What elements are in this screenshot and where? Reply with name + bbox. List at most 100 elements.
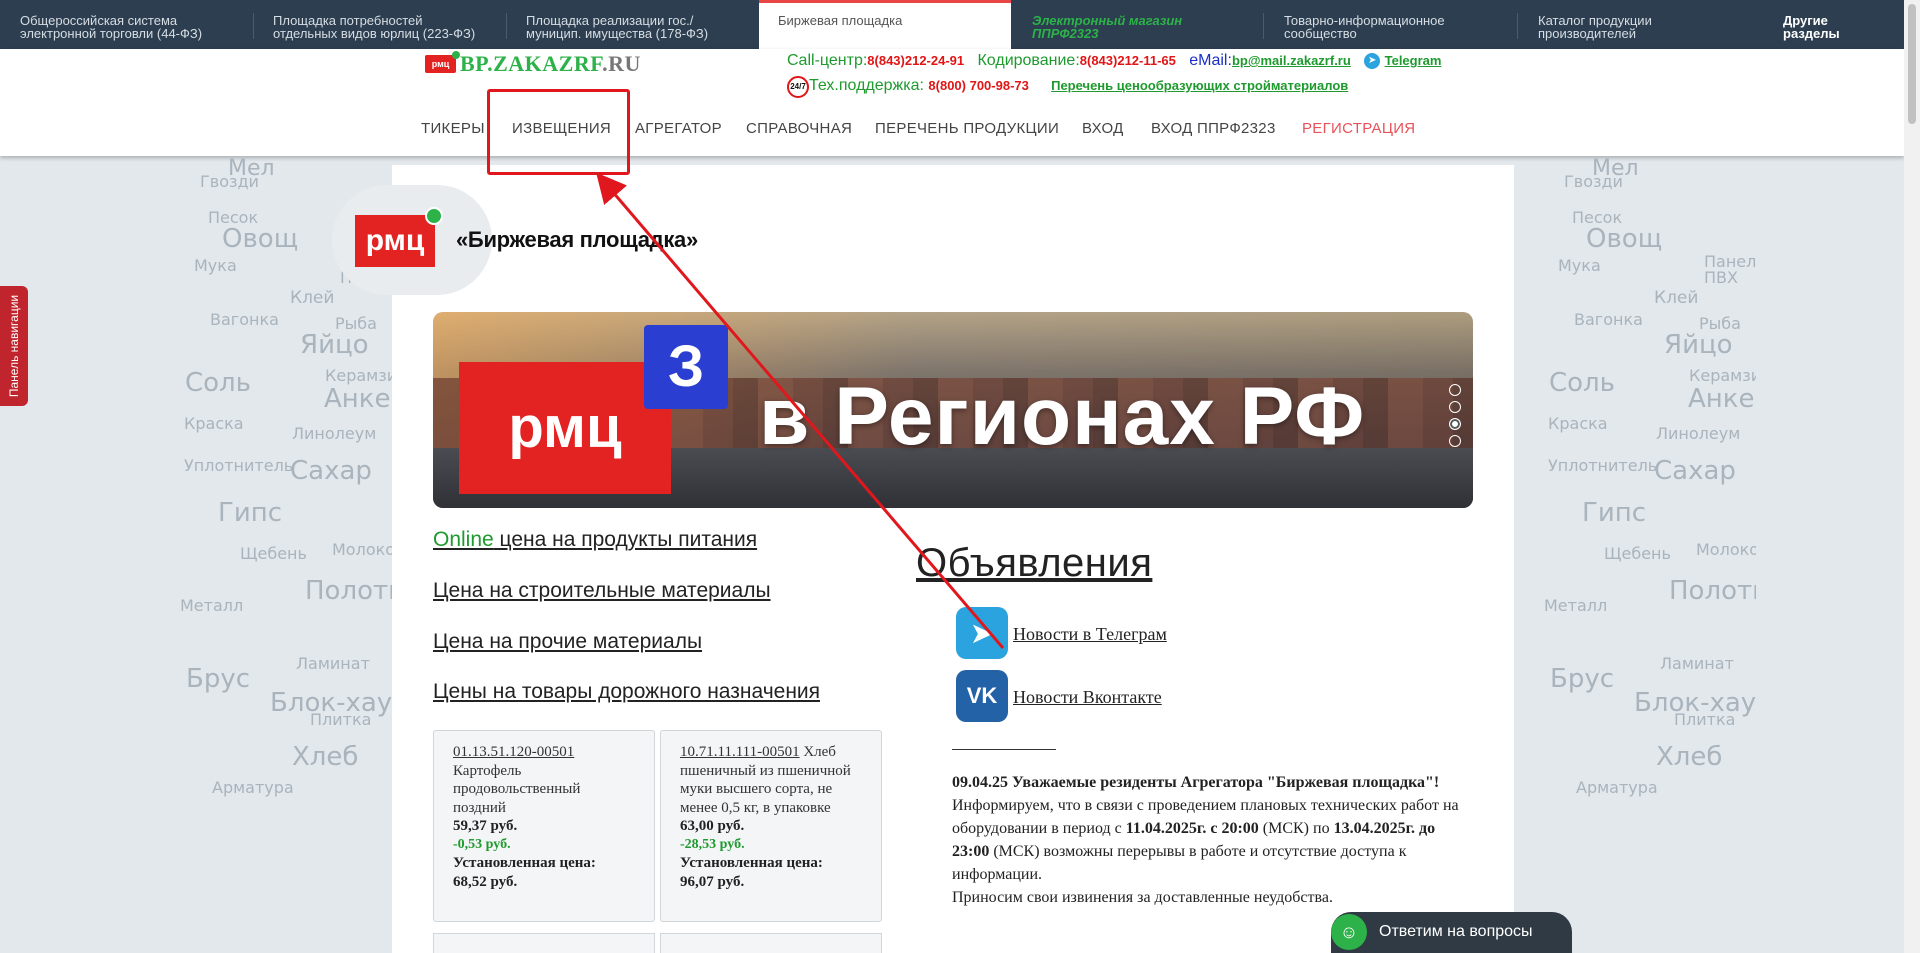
- telegram-news-link[interactable]: Новости в Телеграм: [1013, 624, 1167, 645]
- cloud-word: Соль: [185, 368, 252, 398]
- slide-dot-4[interactable]: [1449, 435, 1461, 447]
- cloud-word: Плитка: [1674, 710, 1736, 729]
- price-card[interactable]: 01.13.51.120-00501 Картофель продовольст…: [433, 730, 655, 922]
- price-card-partial[interactable]: [433, 933, 655, 953]
- road-prices-link[interactable]: Цены на товары дорожного назначения: [433, 680, 820, 704]
- announcements-title[interactable]: Объявления: [916, 541, 1152, 586]
- cloud-word: Арматура: [212, 778, 294, 797]
- logo-dot: [452, 51, 460, 59]
- cloud-word: Овощ: [222, 224, 299, 254]
- top-tab-44fz[interactable]: Общероссийская система электронной торго…: [0, 0, 254, 49]
- telegram-icon[interactable]: ➤: [1364, 53, 1381, 69]
- promo-banner[interactable]: рмц З в Регионах РФ: [433, 312, 1473, 508]
- set-price-label: Установленная цена:: [680, 855, 823, 871]
- nav-tickers[interactable]: ТИКЕРЫ: [421, 120, 485, 137]
- nav-help[interactable]: СПРАВОЧНАЯ: [746, 120, 852, 137]
- slide-dot-2[interactable]: [1449, 401, 1461, 413]
- cloud-word: Керамзит: [1689, 366, 1756, 385]
- product-price: 63,00 руб.: [680, 818, 745, 834]
- email-link[interactable]: bp@mail.zakazrf.ru: [1232, 53, 1351, 68]
- call-center-phone[interactable]: 8(843)212-24-91: [867, 53, 964, 68]
- cloud-word: Щебень: [240, 544, 307, 563]
- top-tab-catalog[interactable]: Каталог продукции производителей: [1518, 0, 1773, 49]
- telegram-link[interactable]: Telegram: [1385, 53, 1442, 68]
- page-title: «Биржевая площадка»: [456, 227, 698, 252]
- cloud-word: Линолеум: [292, 424, 377, 443]
- product-name: Картофель продовольственный поздний: [453, 762, 581, 816]
- price-card-partial[interactable]: [660, 933, 882, 953]
- cloud-word: Уплотнитель: [1548, 456, 1658, 475]
- news-item: 09.04.25 Уважаемые резиденты Агрегатора …: [952, 771, 1476, 909]
- banner-rmc-logo: рмц: [459, 362, 671, 494]
- cloud-word: Молоко: [332, 540, 392, 559]
- cloud-word: Мука: [1558, 256, 1601, 275]
- highlight-box: [487, 89, 630, 175]
- price-list-link[interactable]: Перечень ценообразующих стройматериалов: [1051, 78, 1348, 93]
- slide-dot-3-active[interactable]: [1449, 418, 1461, 430]
- cloud-word: Хлеб: [292, 742, 359, 772]
- nav-login-pprf2323[interactable]: ВХОД ППРФ2323: [1151, 120, 1276, 137]
- set-price-value: 68,52 руб.: [453, 873, 518, 890]
- site-name-link[interactable]: BP.ZAKAZRF.RU: [460, 51, 641, 77]
- divider: [952, 749, 1056, 750]
- cloud-word: Брус: [1550, 664, 1615, 694]
- chat-bubble-icon: ☺: [1331, 914, 1367, 950]
- cloud-word: Гвозди: [200, 172, 259, 191]
- price-card[interactable]: 10.71.11.111-00501 Хлеб пшеничный из пше…: [660, 730, 882, 922]
- nav-registration[interactable]: РЕГИСТРАЦИЯ: [1302, 120, 1415, 137]
- other-prices-link[interactable]: Цена на прочие материалы: [433, 630, 702, 654]
- word-cloud-right: МелГвоздиПесокОвощМукаПанелиПВХКлейВагон…: [1514, 156, 1756, 953]
- scrollbar-thumb[interactable]: [1908, 4, 1916, 124]
- top-tab-eshop[interactable]: Электронный магазин ППРФ2323: [1011, 0, 1264, 49]
- slide-dot-1[interactable]: [1449, 384, 1461, 396]
- food-prices-link[interactable]: Online цена на продукты питания: [433, 528, 757, 552]
- rmc-small-logo[interactable]: рмц: [425, 51, 460, 73]
- support-24-7-icon: 24/7: [787, 76, 809, 98]
- page-scrollbar[interactable]: [1904, 0, 1920, 953]
- cloud-word: Клей: [290, 288, 335, 308]
- set-price-value: 96,07 руб.: [680, 873, 745, 890]
- news-body: Информируем, что в связи с проведением п…: [952, 797, 1459, 883]
- product-code[interactable]: 01.13.51.120-00501: [453, 744, 574, 760]
- nav-product-list[interactable]: ПЕРЕЧЕНЬ ПРОДУКЦИИ: [875, 120, 1059, 137]
- cloud-word: Металл: [1544, 596, 1608, 615]
- top-tab-178fz[interactable]: Площадка реализации гос./ муницип. имуще…: [507, 0, 759, 49]
- cloud-word: Линолеум: [1656, 424, 1741, 443]
- news-apology: Приносим свои извинения за доставленные …: [952, 889, 1333, 906]
- navigation-panel-tab[interactable]: Панель навигации: [0, 286, 28, 406]
- cloud-word: Гипс: [218, 498, 283, 528]
- coding-phone[interactable]: 8(843)212-11-65: [1080, 53, 1176, 68]
- telegram-icon[interactable]: ➤: [956, 607, 1008, 659]
- cloud-word: Анкер: [1688, 384, 1756, 414]
- logo-dot: [425, 207, 443, 225]
- vk-icon[interactable]: VK: [956, 670, 1008, 722]
- support-phone[interactable]: 8(800) 700-98-73: [928, 78, 1028, 93]
- product-code[interactable]: 10.71.11.111-00501: [680, 744, 800, 760]
- main-content: рмц «Биржевая площадка» рмц З в Регионах…: [332, 165, 1514, 953]
- set-price-label: Установленная цена:: [453, 855, 596, 871]
- top-navigation-bar: Общероссийская система электронной торго…: [0, 0, 1904, 49]
- nav-login[interactable]: ВХОД: [1082, 120, 1124, 137]
- chat-widget[interactable]: ☺ Ответим на вопросы: [1331, 912, 1572, 953]
- top-tab-exchange[interactable]: Биржевая площадка: [759, 0, 1011, 49]
- cloud-word: Ламинат: [1660, 654, 1734, 673]
- banner-slogan: в Регионах РФ: [759, 371, 1366, 462]
- cloud-word: Молоко: [1696, 540, 1756, 559]
- cloud-word: Краска: [184, 414, 244, 433]
- top-tab-223fz[interactable]: Площадка потребностей отдельных видов юр…: [254, 0, 507, 49]
- top-tab-other[interactable]: Другие разделы: [1773, 0, 1904, 49]
- cloud-word: Ламинат: [296, 654, 370, 673]
- cloud-word: Уплотнитель: [184, 456, 294, 475]
- nav-aggregator[interactable]: АГРЕГАТОР: [635, 120, 722, 137]
- cloud-word: Вагонка: [210, 310, 279, 329]
- vk-news-link[interactable]: Новости Вконтакте: [1013, 687, 1162, 708]
- cloud-word: Яйцо: [300, 330, 369, 360]
- rmc-brand-logo: рмц: [355, 207, 443, 267]
- cloud-word: Вагонка: [1574, 310, 1643, 329]
- banner-pagination: [1449, 384, 1463, 452]
- chat-label: Ответим на вопросы: [1379, 923, 1533, 940]
- banner-z-logo: З: [644, 325, 728, 409]
- top-tab-community[interactable]: Товарно-информационное сообщество: [1264, 0, 1518, 49]
- cloud-word: Яйцо: [1664, 330, 1733, 360]
- construction-prices-link[interactable]: Цена на строительные материалы: [433, 579, 771, 603]
